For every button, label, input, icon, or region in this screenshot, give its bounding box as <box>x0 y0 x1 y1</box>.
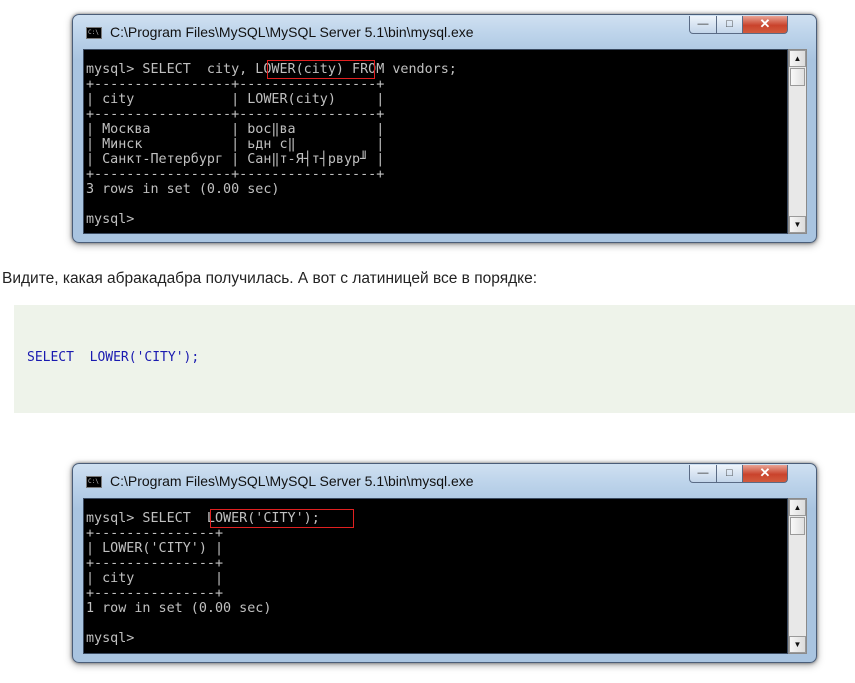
console-line: mysql> <box>86 212 135 227</box>
console-line: +-----------------+-----------------+ <box>86 77 385 92</box>
window-titlebar[interactable]: C:\ C:\Program Files\MySQL\MySQL Server … <box>73 464 816 498</box>
vertical-scrollbar[interactable]: ▲ ▼ <box>788 498 807 654</box>
window-title: C:\Program Files\MySQL\MySQL Server 5.1\… <box>110 24 474 40</box>
console-line: +---------------+ <box>86 586 224 601</box>
scroll-up-arrow-icon[interactable]: ▲ <box>789 499 806 516</box>
close-button[interactable]: ✕ <box>742 16 788 34</box>
console-output[interactable]: mysql> SELECT city, LOWER(city) FROM ven… <box>83 49 788 234</box>
console-text: mysql> SELECT LOWER('CITY'); +-----------… <box>86 511 320 646</box>
console-line: | city | <box>86 571 224 586</box>
minimize-button[interactable]: — <box>689 465 717 483</box>
console-line: | city | LOWER(city) | <box>86 92 385 107</box>
console-line: | LOWER('CITY') | <box>86 541 224 556</box>
window-title: C:\Program Files\MySQL\MySQL Server 5.1\… <box>110 473 474 489</box>
highlight-box <box>267 60 375 79</box>
scroll-down-arrow-icon[interactable]: ▼ <box>789 636 806 653</box>
scroll-up-arrow-icon[interactable]: ▲ <box>789 50 806 67</box>
minimize-button[interactable]: — <box>689 16 717 34</box>
console-line: +---------------+ <box>86 556 224 571</box>
console-text: mysql> SELECT city, LOWER(city) FROM ven… <box>86 62 457 227</box>
scroll-thumb[interactable] <box>790 517 805 535</box>
console-output[interactable]: mysql> SELECT LOWER('CITY'); +-----------… <box>83 498 788 654</box>
highlight-box <box>210 509 354 528</box>
scroll-down-arrow-icon[interactable]: ▼ <box>789 216 806 233</box>
console-line: 1 row in set (0.00 sec) <box>86 601 272 616</box>
cmd-icon: C:\ <box>86 27 102 39</box>
console-line: 3 rows in set (0.00 sec) <box>86 182 280 197</box>
close-button[interactable]: ✕ <box>742 465 788 483</box>
console-line: +-----------------+-----------------+ <box>86 107 385 122</box>
article-paragraph: Видите, какая абракадабра получилась. А … <box>2 270 538 287</box>
console-line: | Санкт-Петербург | Сан‖т-Я┤т┤рвур╜ | <box>86 152 385 167</box>
console-line: +---------------+ <box>86 526 224 541</box>
maximize-button[interactable]: □ <box>716 465 743 483</box>
scroll-thumb[interactable] <box>790 68 805 86</box>
cmd-icon: C:\ <box>86 476 102 488</box>
console-window-1[interactable]: C:\ C:\Program Files\MySQL\MySQL Server … <box>72 14 817 243</box>
code-block: SELECT LOWER('CITY'); <box>14 305 855 413</box>
console-window-2[interactable]: C:\ C:\Program Files\MySQL\MySQL Server … <box>72 463 817 663</box>
vertical-scrollbar[interactable]: ▲ ▼ <box>788 49 807 234</box>
console-line: mysql> <box>86 631 135 646</box>
maximize-button[interactable]: □ <box>716 16 743 34</box>
console-line: | Минск | ьдн с‖ | <box>86 137 385 152</box>
console-line: +-----------------+-----------------+ <box>86 167 385 182</box>
code-text: SELECT LOWER('CITY'); <box>27 350 200 365</box>
window-titlebar[interactable]: C:\ C:\Program Files\MySQL\MySQL Server … <box>73 15 816 49</box>
console-line: | Москва | bос‖ва | <box>86 122 385 137</box>
